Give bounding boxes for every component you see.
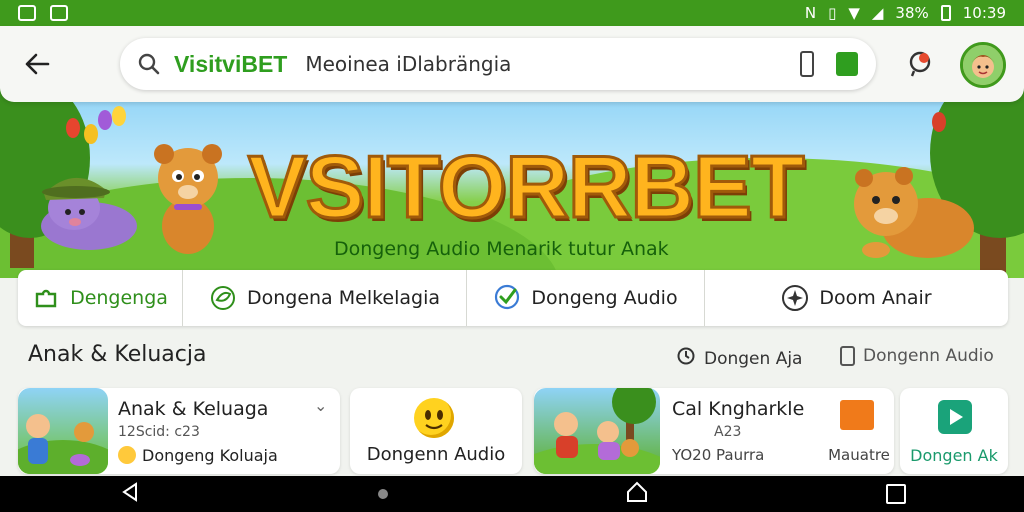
category-melkelagia[interactable]: Dongena Melkelagia <box>183 270 467 326</box>
nfc-icon: N <box>804 4 817 22</box>
smiley-icon <box>414 398 454 438</box>
hero-banner[interactable]: VSITORRBET Dongeng Audio Menarik tutur A… <box>0 88 1024 278</box>
nav-recents-icon[interactable] <box>885 484 906 504</box>
story-thumbnail <box>534 388 660 474</box>
filter-dongen-aja[interactable]: Dongen Aja <box>676 346 802 371</box>
banner-subtitle: Dongeng Audio Menarik tutur Anak <box>334 238 669 260</box>
history-icon <box>676 346 696 371</box>
voice-search-icon[interactable] <box>902 46 938 82</box>
audio-card[interactable]: Dongenn Audio <box>350 388 522 474</box>
section-title: Anak & Keluacja <box>28 342 207 367</box>
signal-icon: ◢ <box>871 4 884 22</box>
search-brand: VisitviBET <box>174 50 288 77</box>
story-tag: Dongeng Koluaja <box>142 446 278 465</box>
document-icon[interactable] <box>836 52 858 76</box>
banner-title: VSITORRBET <box>247 136 807 238</box>
chat-check-icon <box>493 284 521 312</box>
story-meta: 12Scid: c23 <box>118 424 200 440</box>
app-shortcut[interactable]: Dongen Ak <box>900 388 1008 474</box>
story-meta: A23 <box>714 424 742 440</box>
lion-cub-character-illustration <box>854 167 974 258</box>
nav-back-icon[interactable] <box>119 481 141 507</box>
system-nav-bar <box>0 476 1024 512</box>
app-shortcut-label: Dongen Ak <box>910 446 998 465</box>
presentation-icon <box>840 400 874 430</box>
nav-dot-icon <box>377 489 388 499</box>
search-icon <box>138 53 160 75</box>
category-label: Doom Anair <box>819 287 932 309</box>
category-doom-anair[interactable]: Doom Anair <box>705 270 1008 326</box>
category-label: Dongena Melkelagia <box>246 287 441 309</box>
play-store-icon <box>938 400 972 434</box>
notification-icon <box>50 5 68 21</box>
vibrate-icon: ▯ <box>828 4 837 22</box>
chevron-down-icon[interactable]: ⌄ <box>314 396 327 415</box>
spark-icon <box>781 284 809 312</box>
filter-dongenn-audio[interactable]: Dongenn Audio <box>840 346 994 366</box>
leaf-icon <box>209 284 237 312</box>
badge-icon <box>118 446 136 464</box>
wifi-icon: ▼ <box>848 4 860 22</box>
gallery-icon <box>18 5 36 21</box>
clock: 10:39 <box>962 4 1006 22</box>
nav-home-icon[interactable] <box>625 480 649 508</box>
category-label: Dongeng Audio <box>531 287 678 309</box>
audio-card-label: Dongenn Audio <box>366 444 506 465</box>
story-subtitle: YO20 Paurra <box>672 446 765 464</box>
story-card[interactable]: Anak & Keluaga ⌄ 12Scid: c23 Dongeng Kol… <box>18 388 340 474</box>
app-shortcut[interactable]: Mauatre <box>810 388 908 474</box>
category-label: Dengenga <box>70 287 168 309</box>
bear-character-illustration <box>154 144 222 254</box>
battery-icon <box>940 5 951 21</box>
phone-icon[interactable] <box>800 51 814 77</box>
battery-level: 38% <box>895 4 929 22</box>
mole-character-illustration <box>41 177 137 250</box>
app-shortcut-label: Mauatre <box>828 446 890 464</box>
filter-label: Dongenn Audio <box>863 346 994 366</box>
story-thumbnail <box>18 388 108 474</box>
bookmark-icon <box>840 346 855 366</box>
category-dongeng-audio[interactable]: Dongeng Audio <box>467 270 705 326</box>
search-input[interactable]: Meoinea iDlabrängia <box>305 52 800 76</box>
story-title: Cal Kngharkle <box>672 398 805 420</box>
category-strip: Dengenga Dongena Melkelagia Dongeng Audi… <box>18 270 1008 326</box>
story-title: Anak & Keluaga <box>118 398 269 420</box>
app-bar: VisitviBET Meoinea iDlabrängia <box>0 26 1024 102</box>
back-arrow-icon[interactable] <box>12 39 62 89</box>
search-bar[interactable]: VisitviBET Meoinea iDlabrängia <box>120 38 876 90</box>
puzzle-icon <box>32 284 60 312</box>
category-dengenga[interactable]: Dengenga <box>18 270 183 326</box>
status-bar: N ▯ ▼ ◢ 38% 10:39 <box>0 0 1024 26</box>
avatar[interactable] <box>960 42 1006 88</box>
filter-label: Dongen Aja <box>704 348 803 369</box>
